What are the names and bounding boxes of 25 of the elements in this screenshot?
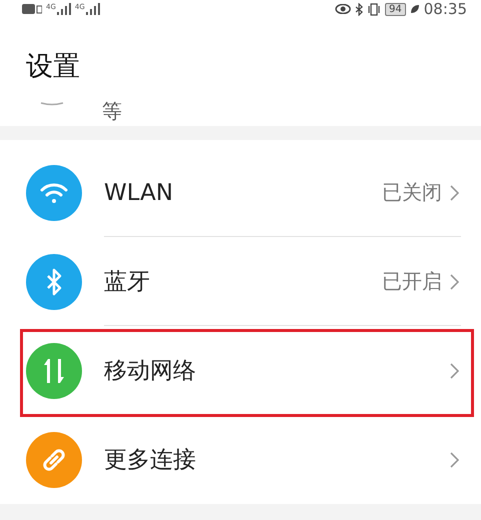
chevron-right-icon[interactable] [450, 184, 459, 200]
settings-item-label[interactable]: 移动网络 [104, 355, 450, 386]
partial-item-icon [40, 102, 64, 106]
chevron-right-icon[interactable] [450, 362, 459, 378]
status-value: 已关闭 [382, 179, 442, 206]
signal-icon [86, 3, 100, 15]
settings-item-label[interactable]: 等 [102, 98, 122, 125]
page-title: 设置 [25, 50, 81, 84]
settings-item-label[interactable]: 更多连接 [104, 444, 450, 475]
chevron-right-icon[interactable] [450, 274, 459, 290]
status-value: 已开启 [382, 268, 442, 295]
bluetooth-icon [355, 2, 364, 16]
clock-time: 08:35 [424, 0, 467, 18]
wifi-icon [39, 180, 69, 204]
up-down-arrows-icon [42, 356, 66, 384]
settings-item-label[interactable]: WLAN [104, 180, 382, 206]
bluetooth-icon [45, 268, 63, 296]
chevron-right-icon[interactable] [450, 452, 459, 468]
hd-icon [22, 4, 42, 14]
eye-icon [335, 4, 352, 14]
vibrate-icon [367, 2, 382, 16]
signal-icon [56, 3, 71, 15]
leaf-icon [410, 4, 420, 14]
battery-level: 94 [385, 2, 406, 16]
settings-item-label[interactable]: 蓝牙 [104, 266, 382, 297]
